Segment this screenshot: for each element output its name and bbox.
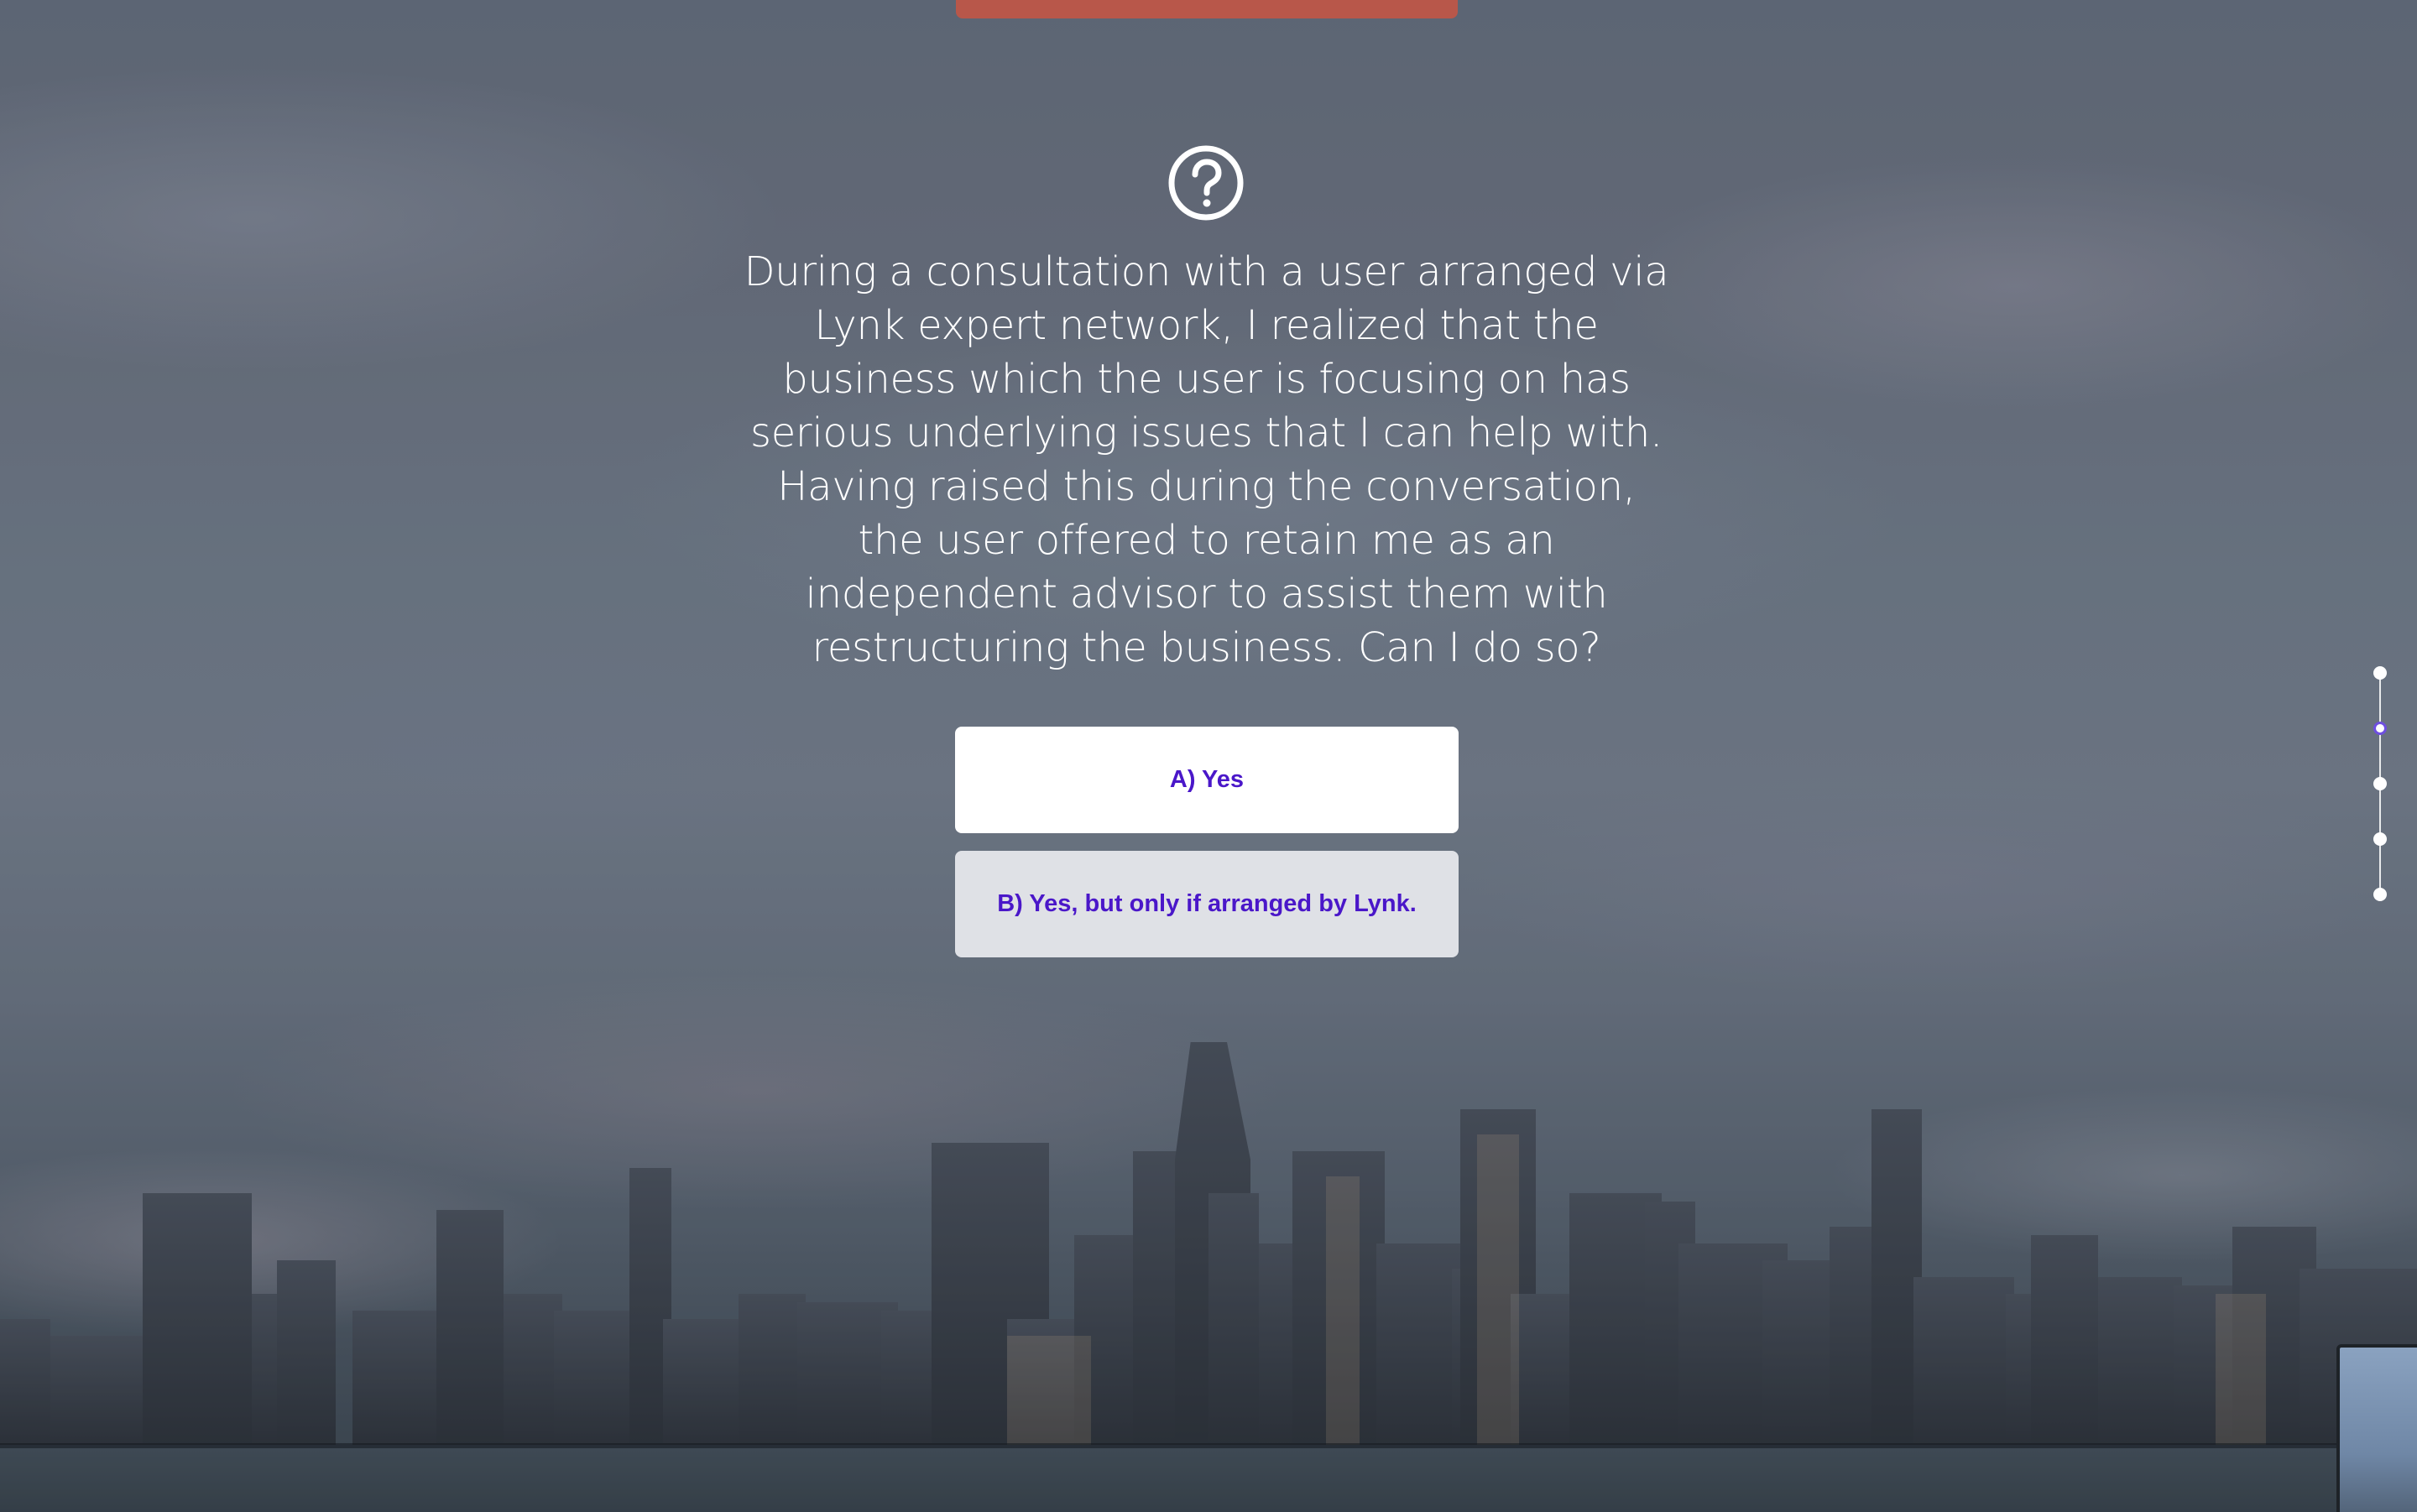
progress-dot-5[interactable] (2373, 888, 2387, 901)
answer-option-a[interactable]: A) Yes (955, 727, 1459, 833)
background-thumbnail[interactable] (2336, 1344, 2417, 1512)
quiz-page: During a consultation with a user arrang… (0, 0, 2417, 1512)
progress-dot-3[interactable] (2373, 777, 2387, 790)
progress-dot-4[interactable] (2373, 832, 2387, 846)
question-circle-icon (1167, 144, 1245, 222)
answer-option-b[interactable]: B) Yes, but only if arranged by Lynk. (955, 851, 1459, 957)
top-tab-indicator[interactable] (956, 0, 1458, 18)
progress-dot-1[interactable] (2373, 666, 2387, 680)
progress-dot-2[interactable] (2373, 722, 2387, 735)
question-text: During a consultation with a user arrang… (744, 248, 1669, 671)
progress-nav (2372, 666, 2388, 901)
